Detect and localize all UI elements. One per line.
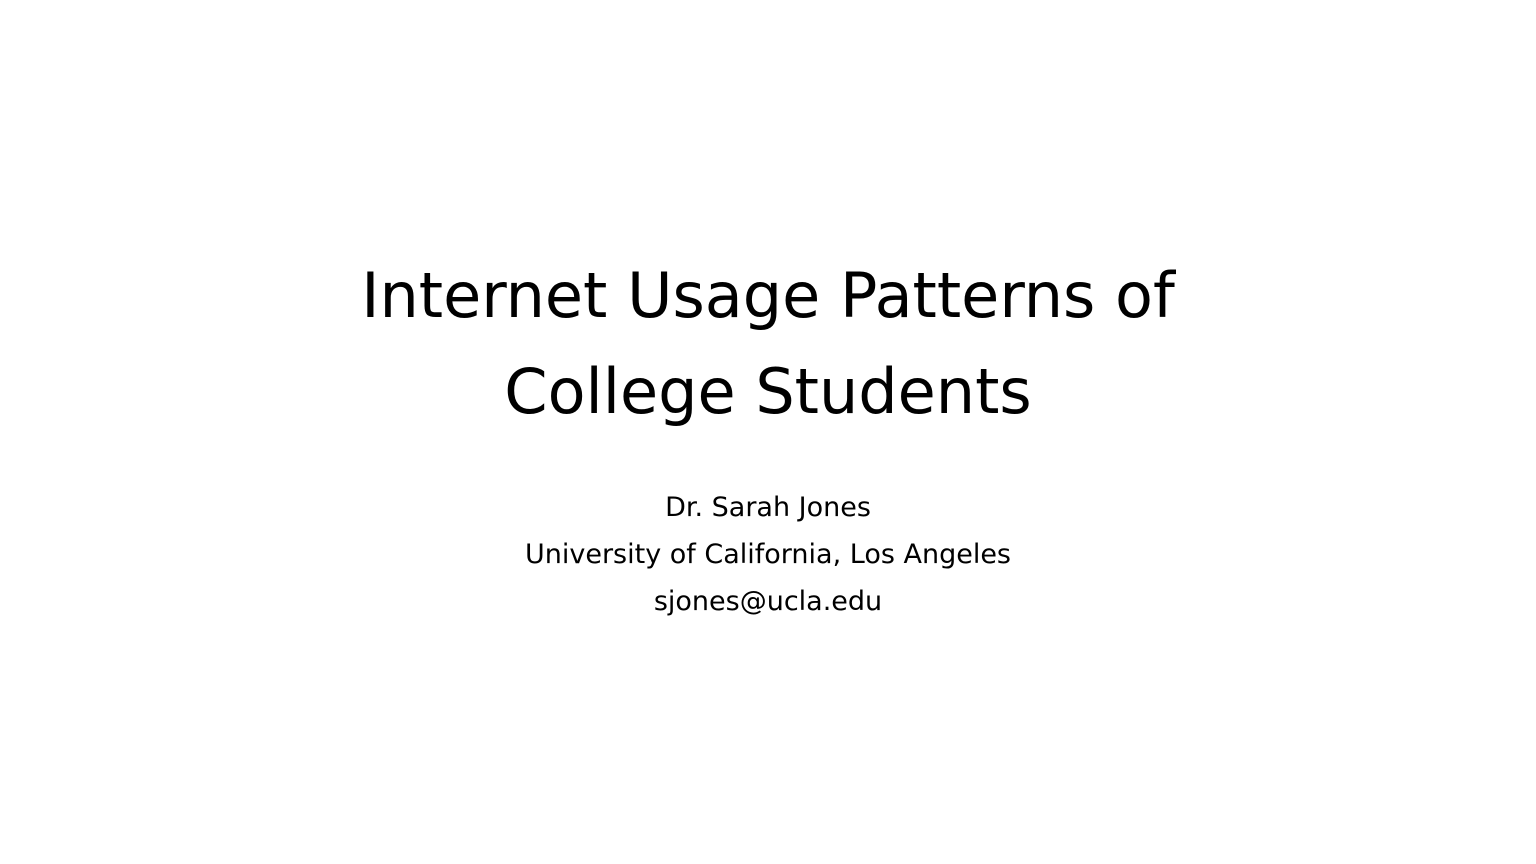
slide-title: Internet Usage Patterns of College Stude…	[168, 248, 1368, 440]
slide-title-line-2: College Students	[504, 355, 1032, 428]
author-affiliation: University of California, Los Angeles	[524, 539, 1011, 570]
slide-title-line-1: Internet Usage Patterns of	[361, 259, 1175, 332]
author-email: sjones@ucla.edu	[653, 586, 883, 617]
slide-subtitle: Dr. Sarah Jones University of California…	[268, 484, 1268, 625]
title-slide: Internet Usage Patterns of College Stude…	[0, 0, 1536, 864]
author-name: Dr. Sarah Jones	[665, 492, 871, 523]
